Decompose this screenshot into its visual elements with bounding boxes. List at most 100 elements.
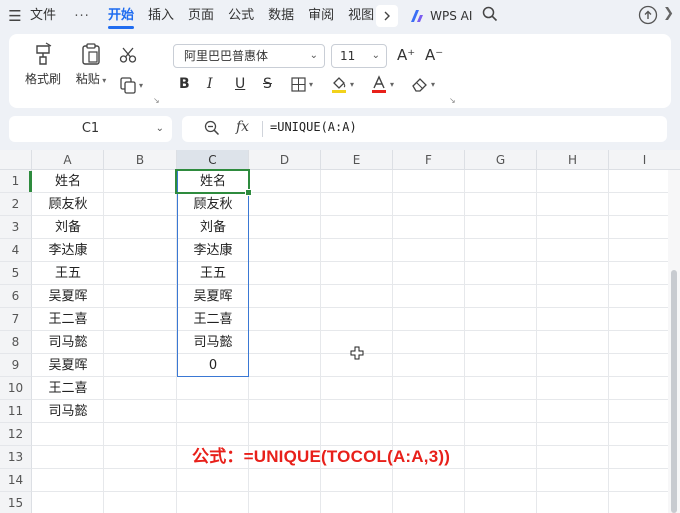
font-size-dropdown[interactable]: 11 ⌄ (331, 44, 387, 68)
vertical-scrollbar[interactable] (668, 170, 680, 513)
cell-a8[interactable]: 司马懿 (32, 331, 104, 354)
underline-button[interactable]: U (235, 74, 245, 94)
row-header-9[interactable]: 9 (0, 354, 32, 377)
cell-a1[interactable]: 姓名 (32, 170, 104, 193)
column-header-f[interactable]: F (393, 150, 465, 170)
search-icon[interactable] (482, 6, 498, 26)
font-color-button[interactable]: ▾ (371, 74, 394, 94)
cell-c5[interactable]: 王五 (177, 262, 249, 285)
wps-ai-logo-icon (411, 10, 424, 22)
cell-a2[interactable]: 顾友秋 (32, 193, 104, 216)
row-header-8[interactable]: 8 (0, 331, 32, 354)
cell-c1[interactable]: 姓名 (177, 170, 249, 193)
cell-a5[interactable]: 王五 (32, 262, 104, 285)
formula-input[interactable]: =UNIQUE(A:A) (270, 120, 357, 134)
cell-c7[interactable]: 王二喜 (177, 308, 249, 331)
cell-c8[interactable]: 司马懿 (177, 331, 249, 354)
italic-button[interactable]: I (207, 74, 213, 94)
increase-font-size-button[interactable]: A⁺ (397, 46, 415, 64)
column-header-d[interactable]: D (249, 150, 321, 170)
paste-label: 粘贴 ▾ (75, 72, 107, 86)
row-header-4[interactable]: 4 (0, 239, 32, 262)
borders-icon (291, 76, 306, 92)
font-name-dropdown[interactable]: 阿里巴巴普惠体 ⌄ (173, 44, 325, 68)
row-header-13[interactable]: 13 (0, 446, 32, 469)
select-all-corner[interactable] (0, 150, 32, 170)
row-header-11[interactable]: 11 (0, 400, 32, 423)
row-header-2[interactable]: 2 (0, 193, 32, 216)
row-header-14[interactable]: 14 (0, 469, 32, 492)
hamburger-menu-icon[interactable]: ☰ (0, 7, 30, 25)
column-header-a[interactable]: A (32, 150, 104, 170)
tab-home[interactable]: 开始 (101, 0, 141, 32)
column-header-c[interactable]: C (177, 150, 249, 170)
cell-a11[interactable]: 司马懿 (32, 400, 104, 423)
tab-page[interactable]: 页面 (181, 0, 221, 32)
tab-formulas[interactable]: 公式 (221, 0, 261, 32)
eraser-icon (412, 78, 427, 92)
formula-bar[interactable]: fx =UNIQUE(A:A) (182, 116, 667, 142)
cell-a9[interactable]: 吴夏晖 (32, 354, 104, 377)
row-gridline (32, 422, 668, 423)
cell-a4[interactable]: 李达康 (32, 239, 104, 262)
menu-scroll-icon[interactable]: ❯ (663, 6, 674, 21)
fill-color-button[interactable]: ▾ (331, 74, 354, 94)
cell-c3[interactable]: 刘备 (177, 216, 249, 239)
cell-a10[interactable]: 王二喜 (32, 377, 104, 400)
spreadsheet-grid[interactable]: ABCDEFGHI 1 2 3 4 5 6 7 8 9 10 11 12 13 14 15 姓名 顾友秋 刘备李… (0, 150, 680, 513)
format-painter-button[interactable]: 格式刷 (21, 42, 65, 87)
strikethrough-button[interactable]: S (263, 74, 272, 94)
cell-a6[interactable]: 吴夏晖 (32, 285, 104, 308)
row-header-1[interactable]: 1 (0, 170, 32, 193)
vertical-scrollbar-thumb[interactable] (671, 270, 677, 513)
zoom-icon[interactable] (204, 120, 220, 140)
cell-a7[interactable]: 王二喜 (32, 308, 104, 331)
cell-c6[interactable]: 吴夏晖 (177, 285, 249, 308)
row-header-10[interactable]: 10 (0, 377, 32, 400)
cell-c4[interactable]: 李达康 (177, 239, 249, 262)
row-gridline (32, 261, 668, 262)
row-header-15[interactable]: 15 (0, 492, 32, 513)
decrease-font-size-button[interactable]: A⁻ (425, 46, 443, 64)
cloud-sync-icon[interactable] (638, 5, 658, 29)
cell-a3[interactable]: 刘备 (32, 216, 104, 239)
more-menu-icon[interactable]: ··· (63, 9, 101, 24)
tabs-more-chevron-icon[interactable] (376, 5, 399, 27)
tab-view[interactable]: 视图 (341, 0, 374, 32)
cut-scissors-icon[interactable] (119, 46, 137, 68)
bold-button[interactable]: B (179, 74, 190, 94)
paste-button[interactable]: 粘贴 ▾ (69, 42, 113, 87)
row-header-6[interactable]: 6 (0, 285, 32, 308)
name-box-value: C1 (81, 121, 100, 136)
tab-review[interactable]: 审阅 (301, 0, 341, 32)
row-header-3[interactable]: 3 (0, 216, 32, 239)
format-painter-icon (36, 42, 52, 65)
row-gridline (32, 330, 668, 331)
formula-bar-divider (262, 121, 263, 137)
borders-button[interactable]: ▾ (291, 74, 313, 94)
column-header-g[interactable]: G (465, 150, 537, 170)
column-header-h[interactable]: H (537, 150, 609, 170)
wps-ai-button[interactable]: WPS AI (410, 9, 472, 23)
cell-c9[interactable]: 0 (177, 354, 249, 377)
row-gridline (32, 192, 668, 193)
tab-data[interactable]: 数据 (261, 0, 301, 32)
menu-bar: ☰ 文件 ··· 开始 插入 页面 公式 数据 审阅 视图 WPS AI ❯ (0, 0, 680, 32)
cross-cursor-icon (350, 346, 364, 364)
name-box[interactable]: C1 ⌄ (9, 116, 172, 142)
menu-file[interactable]: 文件 (30, 0, 63, 32)
row-header-5[interactable]: 5 (0, 262, 32, 285)
clear-format-button[interactable]: ▾ (411, 74, 435, 94)
font-dialog-launcher-icon[interactable]: ↘ (449, 96, 456, 105)
format-painter-label: 格式刷 (24, 72, 61, 86)
cell-c2[interactable]: 顾友秋 (177, 193, 249, 216)
row-header-12[interactable]: 12 (0, 423, 32, 446)
insert-function-icon[interactable]: fx (236, 119, 249, 135)
row-header-7[interactable]: 7 (0, 308, 32, 331)
copy-button[interactable]: ▾ (119, 76, 143, 94)
column-header-e[interactable]: E (321, 150, 393, 170)
clipboard-dialog-launcher-icon[interactable]: ↘ (153, 96, 160, 105)
tab-insert[interactable]: 插入 (141, 0, 181, 32)
column-header-b[interactable]: B (104, 150, 177, 170)
column-header-i[interactable]: I (609, 150, 680, 170)
